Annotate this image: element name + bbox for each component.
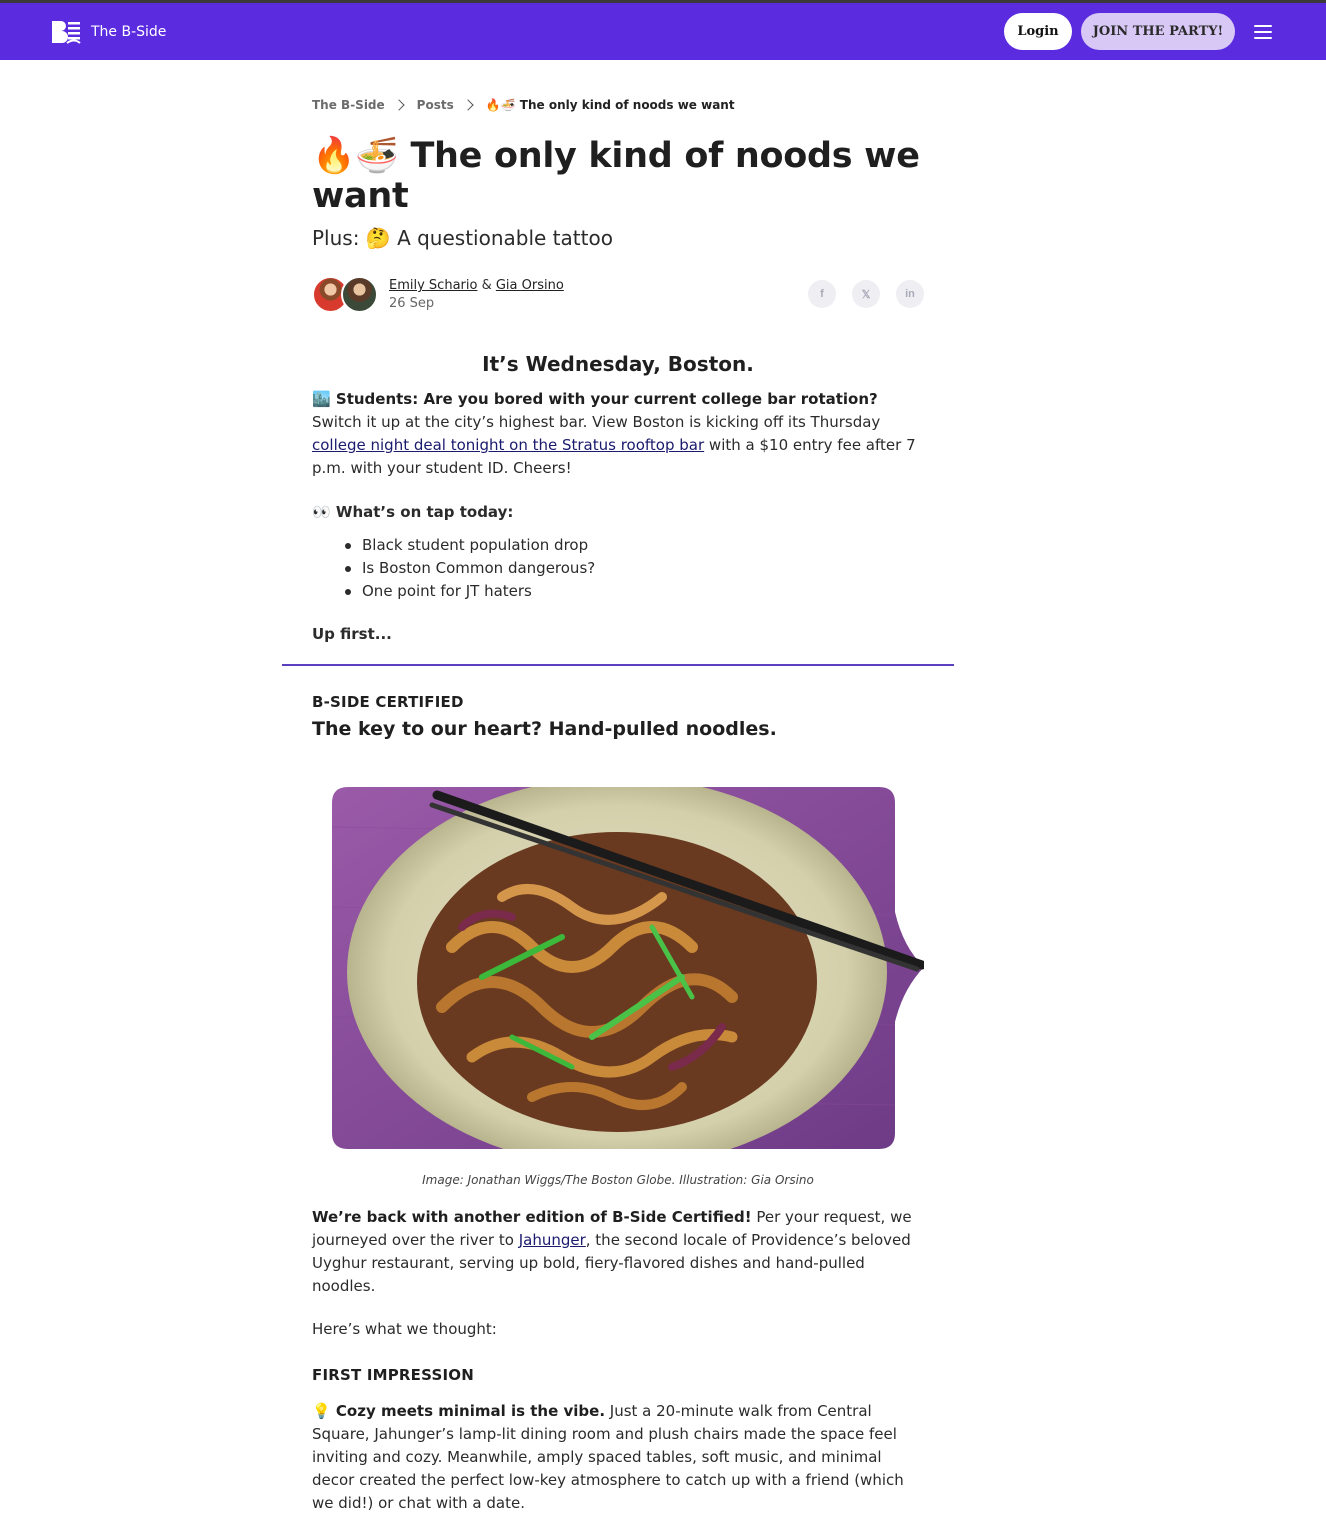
author-link-emily[interactable]: Emily Schario	[389, 278, 477, 293]
certified-lead: We’re back with another edition of B-Sid…	[312, 1208, 752, 1226]
author-link-gia[interactable]: Gia Orsino	[496, 278, 564, 293]
intro-paragraph: 🏙️ Students: Are you bored with your cur…	[312, 388, 924, 480]
list-item: Black student population drop	[345, 534, 924, 557]
certified-paragraph: We’re back with another edition of B-Sid…	[312, 1206, 924, 1298]
first-impression-heading: FIRST IMPRESSION	[312, 1366, 474, 1384]
top-navbar: The B-Side Login JOIN THE PARTY!	[0, 3, 1326, 60]
nav-actions: Login JOIN THE PARTY!	[1004, 13, 1276, 50]
intro-text: Switch it up at the city’s highest bar. …	[312, 413, 881, 431]
brand-name: The B-Side	[91, 23, 167, 40]
on-tap-heading: 👀 What’s on tap today:	[312, 503, 514, 521]
list-item: Is Boston Common dangerous?	[345, 557, 924, 580]
share-buttons: f 𝕏 in	[808, 280, 924, 308]
breadcrumb: The B-Side Posts 🔥🍜 The only kind of noo…	[312, 98, 735, 112]
jahunger-link[interactable]: Jahunger	[519, 1231, 586, 1249]
join-button[interactable]: JOIN THE PARTY!	[1081, 13, 1235, 50]
section-title: The key to our heart? Hand-pulled noodle…	[312, 718, 777, 740]
breadcrumb-home[interactable]: The B-Side	[312, 98, 385, 112]
facebook-icon[interactable]: f	[808, 280, 836, 308]
vibe-lead: 💡 Cozy meets minimal is the vibe.	[312, 1402, 606, 1420]
subtitle: Plus: 🤔 A questionable tattoo	[312, 226, 613, 250]
thoughts-paragraph: Here’s what we thought:	[312, 1320, 497, 1338]
image-caption: Image: Jonathan Wiggs/The Boston Globe. …	[422, 1173, 814, 1187]
publish-date: 26 Sep	[389, 296, 435, 311]
login-button[interactable]: Login	[1004, 13, 1072, 50]
linkedin-icon[interactable]: in	[896, 280, 924, 308]
brand-link[interactable]: The B-Side	[50, 19, 166, 45]
topics-list: Black student population drop Is Boston …	[345, 534, 924, 603]
hamburger-icon[interactable]	[1254, 21, 1276, 43]
section-kicker: B-SIDE CERTIFIED	[312, 693, 464, 711]
authors: Emily Schario & Gia Orsino	[389, 278, 564, 293]
vibe-paragraph: 💡 Cozy meets minimal is the vibe. Just a…	[312, 1400, 924, 1515]
list-item: One point for JT haters	[345, 580, 924, 603]
author-separator: &	[477, 278, 496, 293]
college-night-link[interactable]: college night deal tonight on the Stratu…	[312, 436, 704, 454]
avatar-gia	[341, 276, 378, 313]
x-twitter-icon[interactable]: 𝕏	[852, 280, 880, 308]
breadcrumb-posts[interactable]: Posts	[417, 98, 454, 112]
chevron-right-icon	[462, 99, 474, 111]
page-title: 🔥🍜 The only kind of noods we want	[312, 136, 920, 216]
section-divider	[282, 664, 954, 666]
up-first-label: Up first...	[312, 625, 392, 643]
chevron-right-icon	[392, 99, 405, 111]
breadcrumb-current: 🔥🍜 The only kind of noods we want	[485, 98, 735, 112]
b-side-logo-icon	[52, 20, 81, 44]
intro-lead: 🏙️ Students: Are you bored with your cur…	[312, 390, 878, 408]
byline: Emily Schario & Gia Orsino 26 Sep f 𝕏 in	[312, 276, 924, 314]
noodle-dish-image	[332, 787, 924, 1149]
greeting-heading: It’s Wednesday, Boston.	[482, 352, 754, 376]
